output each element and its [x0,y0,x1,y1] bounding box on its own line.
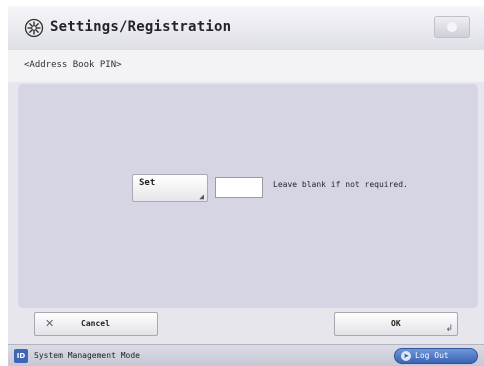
content-panel: Set ◢ Leave blank if not required. [18,84,478,308]
ok-button-label: OK [391,319,401,328]
cancel-button-label: Cancel [81,319,110,328]
toggle-icon [447,22,457,32]
status-bar: ID System Management Mode ➤ Log Out [8,344,484,366]
enter-icon: ↲ [445,324,453,334]
pin-input[interactable] [215,177,263,198]
pin-hint-text: Leave blank if not required. [273,180,408,189]
title-bar: Settings/Registration [8,6,484,51]
toggle-button[interactable] [434,16,470,38]
dropdown-corner-icon: ◢ [199,192,204,201]
ok-button[interactable]: OK ↲ [334,312,458,336]
settings-screen: Settings/Registration <Address Book PIN>… [8,6,484,366]
set-button[interactable]: Set ◢ [132,174,208,202]
logout-button[interactable]: ➤ Log Out [394,348,478,364]
logout-button-label: Log Out [415,351,449,360]
section-title: <Address Book PIN> [24,60,122,70]
logout-icon: ➤ [401,351,411,361]
cancel-button[interactable]: ✕ Cancel [34,312,158,336]
section-header: <Address Book PIN> [8,50,484,82]
page-title: Settings/Registration [50,19,232,35]
id-icon: ID [14,349,28,363]
mode-status-text: System Management Mode [34,351,140,360]
close-icon: ✕ [45,317,55,330]
settings-icon [24,18,44,38]
set-button-label: Set [139,178,156,188]
